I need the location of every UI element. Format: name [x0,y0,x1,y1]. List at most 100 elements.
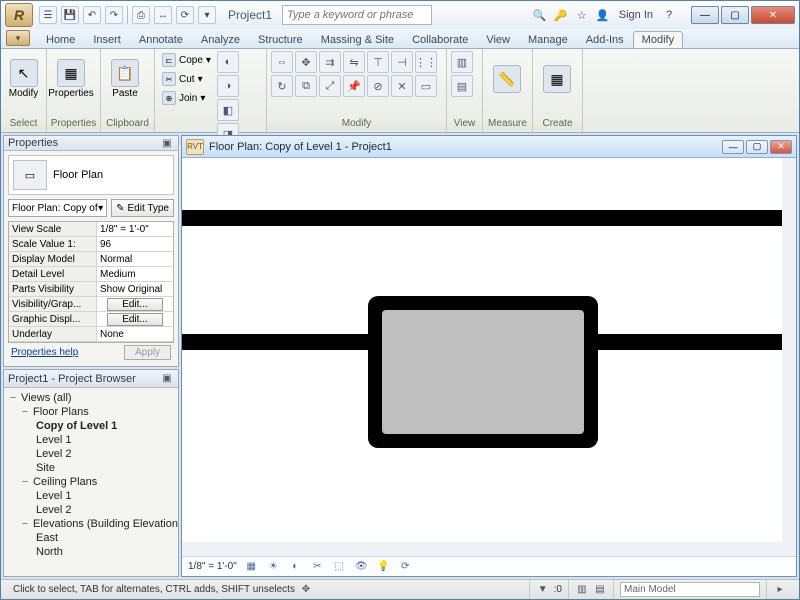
tab-massing-site[interactable]: Massing & Site [312,31,403,48]
properties-button[interactable]: ▦Properties [51,51,91,107]
type-selector[interactable]: ▭ Floor Plan [8,155,174,195]
tab-annotate[interactable]: Annotate [130,31,192,48]
measure-icon[interactable]: ↔ [154,6,172,24]
room-element[interactable] [368,296,598,448]
crop-icon[interactable]: ✂ [310,559,325,574]
main-model-input[interactable] [620,582,760,597]
binoculars-icon[interactable]: 🔍 [531,6,549,24]
tree-twisty-icon[interactable]: − [8,392,18,404]
geom-tool-icon[interactable]: ◐ [217,51,239,73]
sun-path-icon[interactable]: ☀ [266,559,281,574]
reveal-icon[interactable]: 💡 [376,559,391,574]
property-row[interactable]: Scale Value 1:96 [9,237,173,252]
vertical-scrollbar[interactable] [784,160,794,230]
tab-insert[interactable]: Insert [84,31,130,48]
qat-dropdown-icon[interactable]: ▾ [198,6,216,24]
tree-item[interactable]: North [8,545,174,559]
instance-selector[interactable]: Floor Plan: Copy of▾ [8,199,107,217]
open-icon[interactable]: ☰ [39,6,57,24]
shadows-icon[interactable]: ◐ [288,559,303,574]
pin-icon[interactable]: 📌 [343,75,365,97]
trim-icon[interactable]: ⊤ [367,51,389,73]
cope-button[interactable]: ⊏Cope ▾ [159,51,214,69]
properties-help-link[interactable]: Properties help [11,347,78,358]
measure-button[interactable]: 📏 [487,51,527,107]
cut-button[interactable]: ✂Cut ▾ [159,70,214,88]
tab-structure[interactable]: Structure [249,31,312,48]
tab-manage[interactable]: Manage [519,31,577,48]
tab-collaborate[interactable]: Collaborate [403,31,477,48]
tree-item[interactable]: Level 1 [8,433,174,447]
mirror-icon[interactable]: ⇋ [343,51,365,73]
move-icon[interactable]: ✥ [295,51,317,73]
property-row[interactable]: Detail LevelMedium [9,267,173,282]
property-row[interactable]: UnderlayNone [9,327,173,342]
property-value[interactable]: 1/8" = 1'-0" [97,222,173,236]
sign-in-link[interactable]: Sign In [619,9,653,21]
hide-icon[interactable]: 👁 [354,559,369,574]
drawing-canvas[interactable] [182,158,796,556]
help-icon[interactable]: ? [660,6,678,24]
tree-item[interactable]: − Floor Plans [8,405,174,419]
search-input[interactable] [282,5,432,25]
scale-icon[interactable]: ⤢ [319,75,341,97]
unpin-icon[interactable]: ⊘ [367,75,389,97]
tab-view[interactable]: View [477,31,519,48]
property-value[interactable]: 96 [97,237,173,251]
redo-icon[interactable]: ↷ [105,6,123,24]
palette-close-icon[interactable]: ▣ [160,138,174,149]
worksharing-icon[interactable]: ⟳ [398,559,413,574]
property-value[interactable]: Medium [97,267,173,281]
property-row[interactable]: Visibility/Grap...Edit... [9,297,173,312]
geom-tool-icon[interactable]: ◑ [217,75,239,97]
tree-item[interactable]: − Elevations (Building Elevation [8,517,174,531]
array-icon[interactable]: ⋮⋮ [415,51,437,73]
star-icon[interactable]: ☆ [573,6,591,24]
undo-icon[interactable]: ↶ [83,6,101,24]
rotate-icon[interactable]: ↻ [271,75,293,97]
tree-twisty-icon[interactable]: − [20,518,30,530]
editable-only-icon[interactable]: ▥ [575,583,589,597]
tree-item[interactable]: − Ceiling Plans [8,475,174,489]
split-icon[interactable]: ⊣ [391,51,413,73]
save-icon[interactable]: 💾 [61,6,79,24]
modify-tool-button[interactable]: ↖Modify [5,51,42,107]
tree-twisty-icon[interactable]: − [20,406,30,418]
property-row[interactable]: Display ModelNormal [9,252,173,267]
edit-type-button[interactable]: ✎Edit Type [111,199,174,217]
property-value[interactable]: Edit... [97,312,173,326]
palette-close-icon[interactable]: ▣ [160,373,174,384]
apply-button[interactable]: Apply [124,345,171,360]
tab-modify[interactable]: Modify [633,31,683,48]
tree-item[interactable]: Level 2 [8,503,174,517]
worksets-icon[interactable]: ▤ [593,583,607,597]
doc-maximize-button[interactable]: ▢ [746,140,768,154]
print-icon[interactable]: ⎙ [132,6,150,24]
app-menu-dropdown[interactable]: ▾ [6,30,30,46]
app-menu-button[interactable]: R [5,3,33,27]
doc-close-button[interactable]: ✕ [770,140,792,154]
property-value[interactable]: Show Original [97,282,173,296]
tree-item[interactable]: East [8,531,174,545]
property-value[interactable]: Edit... [97,297,173,311]
tab-analyze[interactable]: Analyze [192,31,249,48]
key-icon[interactable]: 🔑 [552,6,570,24]
close-button[interactable]: ✕ [751,6,795,24]
copy-icon[interactable]: ⧉ [295,75,317,97]
tab-home[interactable]: Home [37,31,84,48]
delete-icon[interactable]: ✕ [391,75,413,97]
design-options-icon[interactable]: ▸ [773,583,787,597]
user-icon[interactable]: 👤 [594,6,612,24]
tree-item[interactable]: − Views (all) [8,391,174,405]
create-button[interactable]: ▦ [537,51,577,107]
wall-element[interactable] [182,210,782,226]
property-value[interactable]: None [97,327,173,341]
align-icon[interactable]: ⇔ [271,51,293,73]
tree-item[interactable]: Level 1 [8,489,174,503]
join-button[interactable]: ⊕Join ▾ [159,89,214,107]
view-hide-icon[interactable]: ▥ [451,51,473,73]
tree-item[interactable]: Copy of Level 1 [8,419,174,433]
paste-button[interactable]: 📋Paste [105,51,145,107]
scale-display[interactable]: 1/8" = 1'-0" [188,561,237,572]
crop-region-icon[interactable]: ⬚ [332,559,347,574]
